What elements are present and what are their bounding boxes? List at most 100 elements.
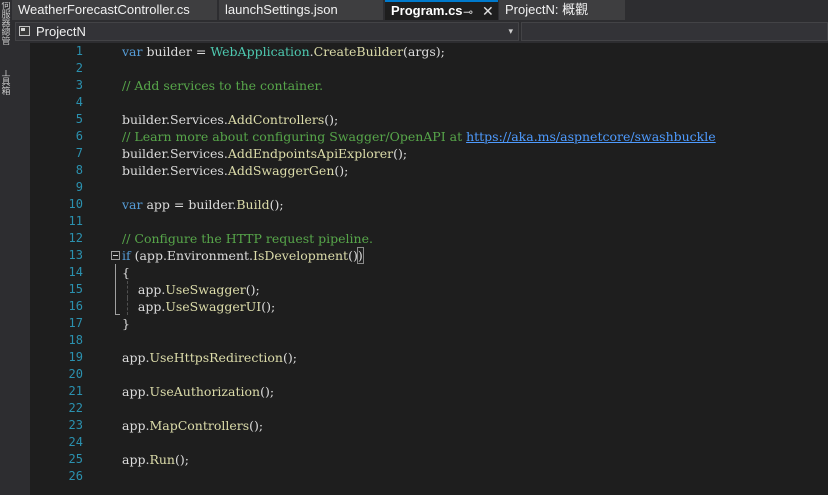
comment: // Learn more about configuring Swagger/… bbox=[122, 129, 467, 144]
keyword: var bbox=[122, 197, 143, 212]
tab-label: launchSettings.json bbox=[225, 2, 338, 17]
tab-launchsettings[interactable]: launchSettings.json bbox=[219, 0, 383, 20]
code-token: (); bbox=[261, 299, 276, 314]
code-line: 12 // Configure the HTTP request pipelin… bbox=[12, 230, 828, 247]
method-name: UseSwagger bbox=[165, 282, 246, 297]
code-token: builder.Services. bbox=[122, 146, 228, 161]
code-text: app.Run(); bbox=[122, 451, 189, 468]
code-line: 5 builder.Services.AddControllers(); bbox=[12, 111, 828, 128]
code-line: 25 app.Run(); bbox=[12, 451, 828, 468]
member-dropdown[interactable] bbox=[521, 22, 828, 41]
line-number: 10 bbox=[68, 197, 83, 211]
method-name: Run bbox=[149, 452, 175, 467]
close-icon[interactable]: ✕ bbox=[482, 2, 494, 20]
code-line: 26 bbox=[12, 468, 828, 485]
tab-label: WeatherForecastController.cs bbox=[18, 2, 190, 17]
method-name: UseHttpsRedirection bbox=[149, 350, 283, 365]
code-token: app = builder. bbox=[142, 197, 237, 212]
line-number: 18 bbox=[68, 333, 83, 347]
code-line: 3 // Add services to the container. bbox=[12, 77, 828, 94]
code-text: // Learn more about configuring Swagger/… bbox=[122, 128, 716, 145]
code-token: (); bbox=[282, 350, 297, 365]
code-token: app. bbox=[122, 418, 150, 433]
code-text: app.MapControllers(); bbox=[122, 417, 263, 434]
code-token: (); bbox=[269, 197, 284, 212]
method-name: IsDevelopment bbox=[253, 248, 349, 263]
line-number: 7 bbox=[75, 146, 83, 160]
code-line: 13 if (app.Environment.IsDevelopment()) bbox=[12, 247, 828, 315]
code-token: (); bbox=[249, 418, 264, 433]
code-token: (args); bbox=[403, 44, 445, 59]
line-number: 19 bbox=[68, 350, 83, 364]
code-editor[interactable]: 1 var builder = WebApplication.CreateBui… bbox=[12, 43, 828, 495]
line-number: 4 bbox=[75, 95, 83, 109]
code-token: (); bbox=[393, 146, 408, 161]
project-dropdown[interactable]: ProjectN ▾ bbox=[15, 22, 519, 41]
line-number: 5 bbox=[75, 112, 83, 126]
code-line: 7 builder.Services.AddEndpointsApiExplor… bbox=[12, 145, 828, 162]
code-line: 1 var builder = WebApplication.CreateBui… bbox=[12, 43, 828, 60]
code-text: var builder = WebApplication.CreateBuild… bbox=[122, 43, 445, 60]
line-number: 21 bbox=[68, 384, 83, 398]
line-number: 23 bbox=[68, 418, 83, 432]
code-token: builder.Services. bbox=[122, 163, 228, 178]
code-text: app.UseSwaggerUI(); bbox=[122, 298, 275, 315]
method-name: AddSwaggerGen bbox=[227, 163, 335, 178]
tab-project-overview[interactable]: ProjectN: 概觀 bbox=[499, 0, 625, 20]
code-line: 16 app.UseSwaggerUI(); bbox=[12, 298, 828, 315]
line-number: 16 bbox=[68, 299, 83, 313]
keyword: var bbox=[122, 44, 143, 59]
line-number: 12 bbox=[68, 231, 83, 245]
code-text: builder.Services.AddSwaggerGen(); bbox=[122, 162, 348, 179]
tab-program-cs[interactable]: Program.cs ⊸ ✕ bbox=[385, 0, 498, 20]
line-number: 1 bbox=[75, 44, 83, 58]
code-line: 18 bbox=[12, 332, 828, 349]
code-text: app.UseSwagger(); bbox=[122, 281, 260, 298]
code-token: app. bbox=[122, 384, 150, 399]
method-name: AddControllers bbox=[227, 112, 325, 127]
toolbox-tab[interactable]: 工具箱 bbox=[0, 70, 12, 106]
method-name: MapControllers bbox=[149, 418, 250, 433]
document-tab-bar: WeatherForecastController.cs launchSetti… bbox=[12, 0, 828, 20]
code-line: 14 { bbox=[12, 264, 828, 281]
line-number: 11 bbox=[68, 214, 83, 228]
code-line: 24 bbox=[12, 434, 828, 451]
tab-weatherforecastcontroller[interactable]: WeatherForecastController.cs bbox=[12, 0, 217, 20]
code-token: (); bbox=[174, 452, 189, 467]
code-line: 11 bbox=[12, 213, 828, 230]
toolwindow-strip: 伺服器總管 工具箱 bbox=[0, 0, 12, 495]
code-token: app. bbox=[122, 350, 150, 365]
collapse-icon[interactable] bbox=[111, 251, 120, 260]
method-name: AddEndpointsApiExplorer bbox=[227, 146, 394, 161]
chevron-down-icon: ▾ bbox=[508, 26, 513, 36]
code-line: 20 bbox=[12, 366, 828, 383]
line-number: 6 bbox=[75, 129, 83, 143]
line-number: 8 bbox=[75, 163, 83, 177]
project-dropdown-label: ProjectN bbox=[36, 24, 86, 39]
method-name: UseSwaggerUI bbox=[165, 299, 262, 314]
code-token: builder = bbox=[142, 44, 211, 59]
comment: // Configure the HTTP request pipeline. bbox=[122, 231, 373, 246]
code-line: 2 bbox=[12, 60, 828, 77]
line-number: 2 bbox=[75, 61, 83, 75]
tab-label: Program.cs bbox=[391, 3, 463, 18]
code-line: 8 builder.Services.AddSwaggerGen(); bbox=[12, 162, 828, 179]
matching-brace-highlight: ) bbox=[356, 247, 364, 264]
code-text: var app = builder.Build(); bbox=[122, 196, 284, 213]
server-explorer-tab[interactable]: 伺服器總管 bbox=[0, 2, 12, 64]
swashbuckle-link[interactable]: https://aka.ms/aspnetcore/swashbuckle bbox=[466, 129, 716, 144]
code-line: 6 // Learn more about configuring Swagge… bbox=[12, 128, 828, 145]
line-number: 3 bbox=[75, 78, 83, 92]
pin-icon[interactable]: ⊸ bbox=[463, 2, 473, 20]
code-token: app. bbox=[122, 282, 166, 297]
line-number: 13 bbox=[68, 248, 83, 262]
code-line: 10 var app = builder.Build(); bbox=[12, 196, 828, 213]
line-number: 15 bbox=[68, 282, 83, 296]
code-token: app. bbox=[122, 299, 166, 314]
code-line: 22 bbox=[12, 400, 828, 417]
code-line: 15 app.UseSwagger(); bbox=[12, 281, 828, 298]
line-number: 25 bbox=[68, 452, 83, 466]
code-token: (); bbox=[334, 163, 349, 178]
code-token: builder.Services. bbox=[122, 112, 228, 127]
line-number: 24 bbox=[68, 435, 83, 449]
